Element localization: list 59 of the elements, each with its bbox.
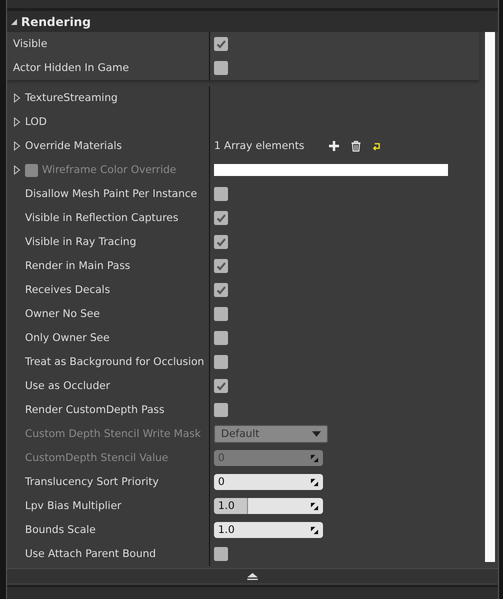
dropdown-arrow-icon [312, 431, 321, 437]
property-label: Override Materials [25, 140, 122, 152]
checkbox[interactable] [214, 235, 228, 249]
color-swatch[interactable] [214, 164, 448, 176]
checkbox[interactable] [214, 403, 228, 417]
checkbox[interactable] [214, 187, 228, 201]
property-label: Visible in Ray Tracing [25, 236, 136, 248]
property-label: Receives Decals [25, 284, 110, 296]
property-label: Custom Depth Stencil Write Mask [25, 428, 201, 440]
section-header[interactable]: Rendering [7, 11, 498, 32]
collapse-triangle-icon[interactable] [10, 18, 18, 26]
property-label: Actor Hidden In Game [13, 62, 129, 74]
expand-triangle-icon[interactable] [13, 141, 21, 151]
checkbox[interactable] [214, 355, 228, 369]
section-title: Rendering [21, 14, 91, 28]
checkbox[interactable] [214, 331, 228, 345]
resize-arrows-icon [310, 502, 319, 510]
scrollbar[interactable] [485, 32, 495, 562]
property-label: CustomDepth Stencil Value [25, 452, 168, 464]
array-count: 1 Array elements [214, 140, 304, 152]
number-field[interactable]: 0 [214, 474, 323, 490]
property-label: TextureStreaming [25, 92, 118, 104]
property-label: Render in Main Pass [25, 260, 130, 272]
checkbox[interactable] [214, 259, 228, 273]
property-label: Owner No See [25, 308, 100, 320]
add-icon[interactable] [328, 140, 340, 152]
property-label: Visible in Reflection Captures [25, 212, 178, 224]
expand-triangle-icon[interactable] [13, 93, 21, 103]
number-field[interactable]: 1.0 [214, 498, 323, 514]
checkbox[interactable] [214, 547, 228, 561]
resize-arrows-icon [310, 526, 319, 534]
resize-arrows-icon [310, 478, 319, 486]
property-label: Render CustomDepth Pass [25, 404, 164, 416]
resize-arrows-icon [310, 454, 319, 462]
checkbox[interactable] [214, 307, 228, 321]
collapse-icon[interactable] [247, 572, 258, 580]
property-label: LOD [25, 116, 47, 128]
checkbox[interactable] [214, 211, 228, 225]
checkbox[interactable] [214, 283, 228, 297]
property-label: Lpv Bias Multiplier [25, 500, 122, 512]
reset-arrow-icon[interactable] [372, 142, 382, 150]
expand-triangle-icon[interactable] [13, 117, 21, 127]
expand-triangle-icon[interactable] [13, 165, 21, 175]
slider-fill[interactable] [214, 498, 248, 514]
checkbox[interactable] [214, 379, 228, 393]
checkbox[interactable] [214, 37, 228, 51]
property-label: Visible [13, 38, 48, 50]
property-label: Only Owner See [25, 332, 110, 344]
property-label: Bounds Scale [25, 524, 96, 536]
property-label: Treat as Background for Occlusion [25, 356, 204, 368]
property-label: Translucency Sort Priority [25, 476, 159, 488]
trash-icon[interactable] [350, 140, 362, 152]
property-label: Wireframe Color Override [42, 164, 176, 176]
checkbox[interactable] [214, 61, 228, 75]
property-label: Use as Occluder [25, 380, 110, 392]
advanced-toggle-bar[interactable] [7, 568, 498, 583]
property-label: Disallow Mesh Paint Per Instance [25, 188, 198, 200]
number-field[interactable]: 1.0 [214, 522, 323, 538]
property-label: Use Attach Parent Bound [25, 548, 156, 560]
